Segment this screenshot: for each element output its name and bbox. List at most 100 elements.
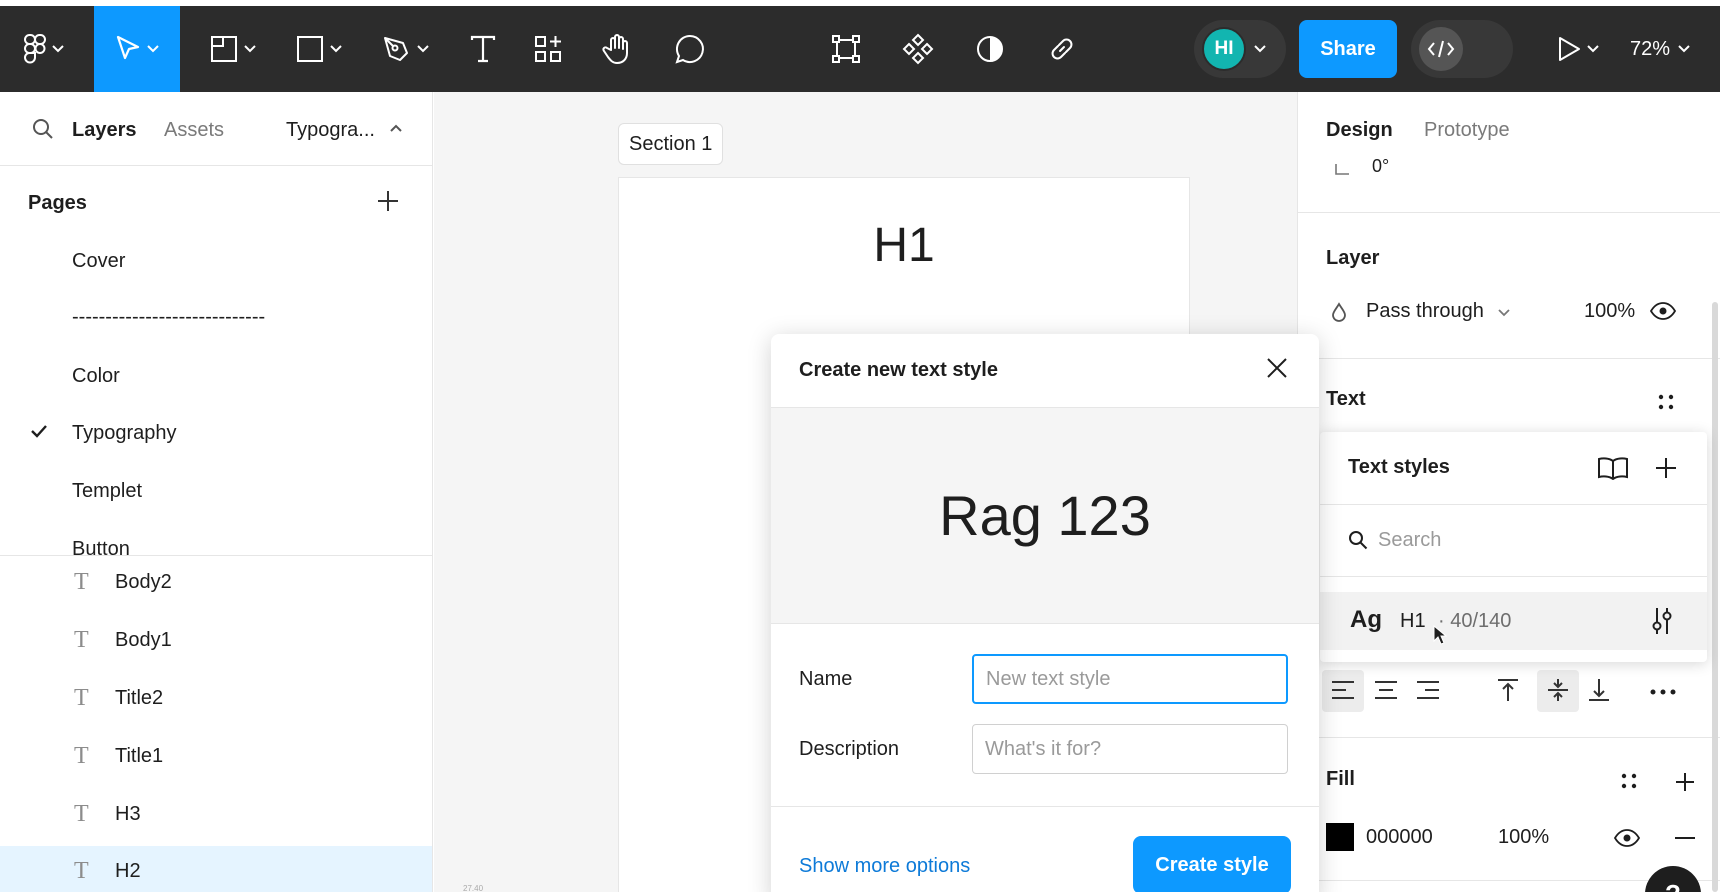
dev-mode-toggle[interactable] — [1411, 20, 1513, 78]
layer-opacity[interactable]: 100% — [1584, 300, 1635, 323]
page-item-templet[interactable]: Templet — [72, 480, 142, 503]
chevron-down-icon[interactable] — [1498, 309, 1510, 317]
fill-hex-value[interactable]: 000000 — [1366, 826, 1433, 849]
text-layer-icon: T — [74, 685, 89, 711]
style-name-input[interactable] — [972, 654, 1288, 704]
frame-h1-text[interactable]: H1 — [619, 218, 1189, 273]
close-icon[interactable] — [1265, 356, 1289, 380]
add-page-icon[interactable] — [377, 190, 399, 212]
chevron-down-icon — [1254, 45, 1266, 53]
zoom-menu[interactable]: 72% — [1630, 6, 1690, 92]
pages-layers-divider[interactable] — [0, 555, 432, 556]
dialog-title: Create new text style — [799, 359, 998, 381]
layer-row[interactable]: T Title2 — [0, 673, 432, 725]
multiplayer-avatars[interactable]: HI — [1194, 20, 1286, 78]
figma-menu-button[interactable] — [18, 6, 70, 92]
page-item-cover[interactable]: Cover — [72, 250, 125, 273]
style-metrics: · 40/140 — [1438, 610, 1512, 632]
page-item-color[interactable]: Color — [72, 365, 120, 388]
tab-design[interactable]: Design — [1326, 119, 1393, 142]
text-styles-search-input[interactable] — [1378, 520, 1678, 560]
description-label: Description — [799, 738, 900, 760]
style-grid-icon[interactable] — [1657, 393, 1675, 411]
comment-icon — [675, 34, 704, 64]
more-options-icon[interactable] — [1650, 689, 1676, 695]
present-button[interactable] — [1550, 6, 1606, 92]
avatar[interactable]: HI — [1202, 27, 1246, 71]
section-label[interactable]: Section 1 — [618, 123, 724, 165]
chevron-down-icon — [52, 45, 64, 53]
layer-name: Body1 — [115, 629, 172, 651]
fill-opacity[interactable]: 100% — [1498, 826, 1549, 849]
text-tool-icon — [470, 35, 496, 63]
resources-button[interactable] — [528, 6, 568, 92]
align-bottom-icon[interactable] — [1588, 678, 1610, 702]
search-icon[interactable] — [32, 118, 54, 140]
text-layer-icon: T — [74, 569, 89, 595]
dev-mode-knob — [1419, 27, 1463, 71]
link-button[interactable] — [1042, 6, 1082, 92]
fill-section-title: Fill — [1326, 768, 1355, 790]
remove-fill-icon[interactable] — [1675, 836, 1695, 840]
layer-name: H3 — [115, 803, 141, 825]
canvas-timestamp: 27.40 — [463, 884, 484, 892]
contrast-icon — [977, 36, 1003, 62]
contrast-button[interactable] — [970, 6, 1010, 92]
tab-prototype[interactable]: Prototype — [1424, 119, 1510, 142]
align-middle-icon[interactable] — [1547, 678, 1569, 702]
add-style-icon[interactable] — [1655, 457, 1677, 479]
page-dropdown[interactable]: Typogra... — [286, 119, 375, 142]
move-tool-button[interactable] — [94, 6, 180, 92]
text-layer-icon: T — [74, 627, 89, 653]
right-panel-scrollbar[interactable] — [1712, 302, 1718, 892]
show-more-options-link[interactable]: Show more options — [799, 855, 970, 878]
page-item-typography[interactable]: Typography — [72, 422, 177, 445]
resources-icon — [535, 36, 561, 62]
eye-icon[interactable] — [1614, 829, 1640, 847]
present-icon — [1559, 37, 1580, 61]
hand-tool-button[interactable] — [598, 6, 638, 92]
align-center-icon[interactable] — [1374, 680, 1398, 700]
text-style-item[interactable]: Ag H1 · 40/140 — [1320, 592, 1707, 650]
layer-row[interactable]: T H3 — [0, 789, 432, 841]
rotation-value[interactable]: 0° — [1372, 156, 1389, 177]
layer-row[interactable]: T Title1 — [0, 731, 432, 783]
layer-row[interactable]: T Body2 — [0, 557, 432, 609]
style-grid-icon[interactable] — [1620, 772, 1638, 790]
library-book-icon[interactable] — [1597, 456, 1629, 480]
frame-tool-button[interactable] — [202, 6, 264, 92]
align-right-icon[interactable] — [1416, 680, 1440, 700]
pen-tool-icon — [384, 37, 408, 61]
comment-tool-button[interactable] — [670, 6, 710, 92]
share-button[interactable]: Share — [1299, 20, 1397, 78]
left-panel-tabs: Layers Assets Typogra... — [0, 92, 432, 166]
dev-mode-icon — [1427, 40, 1455, 58]
name-label: Name — [799, 668, 853, 690]
rectangle-tool-button[interactable] — [288, 6, 350, 92]
crop-button[interactable] — [826, 6, 866, 92]
align-left-icon[interactable] — [1331, 680, 1355, 700]
fill-color-swatch[interactable] — [1326, 823, 1354, 851]
layer-name: Title2 — [115, 687, 164, 709]
eye-icon[interactable] — [1650, 302, 1676, 320]
layer-row-selected[interactable]: T H2 — [0, 846, 432, 892]
chevron-down-icon — [244, 45, 256, 53]
edit-style-icon[interactable] — [1650, 606, 1674, 636]
text-layer-icon: T — [74, 858, 89, 884]
style-preview-area: Rag 123 — [771, 408, 1319, 624]
tab-assets[interactable]: Assets — [164, 119, 224, 142]
text-styles-popover: Text styles Ag H1 · 40/140 — [1320, 432, 1707, 662]
add-fill-icon[interactable] — [1675, 772, 1695, 792]
page-item-divider[interactable]: ----------------------------- — [72, 306, 265, 329]
chevron-up-icon[interactable] — [390, 124, 402, 132]
component-button[interactable] — [898, 6, 938, 92]
align-top-icon[interactable] — [1497, 678, 1519, 702]
text-layer-icon: T — [74, 743, 89, 769]
blend-mode-select[interactable]: Pass through — [1366, 300, 1484, 323]
pen-tool-button[interactable] — [374, 6, 436, 92]
layer-row[interactable]: T Body1 — [0, 615, 432, 667]
text-tool-button[interactable] — [458, 6, 508, 92]
create-style-button[interactable]: Create style — [1133, 836, 1291, 892]
tab-layers[interactable]: Layers — [72, 119, 137, 142]
style-description-input[interactable] — [972, 724, 1288, 774]
